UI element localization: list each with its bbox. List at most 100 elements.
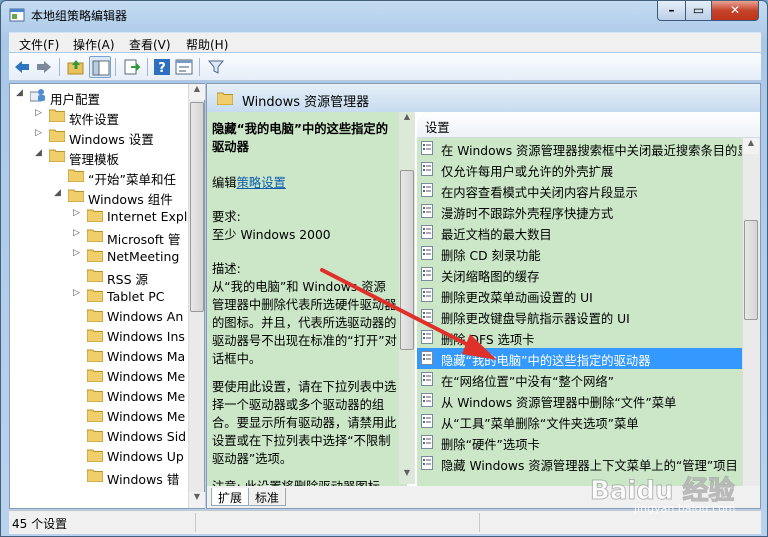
scroll-down-arrow-icon[interactable]: ▼ <box>189 492 205 508</box>
tree-item[interactable]: Windows Ma <box>10 346 188 366</box>
properties-button[interactable] <box>173 56 195 78</box>
menu-file[interactable]: 文件(F) <box>19 36 59 53</box>
filter-button[interactable] <box>205 56 227 78</box>
folder-icon <box>87 449 103 462</box>
tree-item-label: Windows Me <box>107 409 186 424</box>
show-hide-tree-button[interactable] <box>89 56 111 78</box>
tree-scrollbar[interactable]: ▲ ▼ <box>188 84 205 508</box>
settings-row-label: 关闭缩略图的缓存 <box>441 270 540 284</box>
scroll-down-arrow-icon[interactable]: ▼ <box>399 468 415 484</box>
tree-item[interactable]: “开始”菜单和任 <box>10 166 188 187</box>
tree-item[interactable]: Windows An <box>10 306 188 326</box>
tree-item[interactable]: Windows Me <box>10 366 188 386</box>
folder-icon <box>87 269 103 282</box>
collapsed-arrow-icon[interactable]: ▷ <box>73 248 85 258</box>
tree-item[interactable]: ▷ Microsoft 管 <box>10 226 188 247</box>
settings-row[interactable]: 删除“硬件”选项卡 <box>417 432 747 453</box>
scroll-up-arrow-icon[interactable]: ▲ <box>189 84 205 100</box>
details-title: Windows 资源管理器 <box>242 95 370 110</box>
tree-item[interactable]: ▷ Windows 设置 <box>10 126 188 147</box>
settings-row-label: 在内容查看模式中关闭内容片段显示 <box>441 186 638 200</box>
policy-setting-icon <box>421 393 433 407</box>
settings-row[interactable]: 从“工具”菜单删除“文件夹选项”菜单 <box>417 411 747 432</box>
policy-setting-icon <box>421 414 433 428</box>
window: 本地组策略编辑器 – ▭ ✕ 文件(F) 操作(A) 查看(V) 帮助(H) ? <box>0 0 768 537</box>
tree-item[interactable]: ◢ 管理模板 <box>10 146 188 167</box>
settings-row[interactable]: 删除 DFS 选项卡 <box>417 327 747 348</box>
settings-row-label: 漫游时不跟踪外壳程序快捷方式 <box>441 207 614 221</box>
close-button[interactable]: ✕ <box>711 1 759 21</box>
settings-row[interactable]: 在“网络位置”中没有“整个网络” <box>417 369 747 390</box>
tree-item[interactable]: ◢ 用户配置 <box>10 86 188 107</box>
collapsed-arrow-icon[interactable]: ▷ <box>35 128 47 138</box>
settings-row[interactable]: 仅允许每用户或允许的外壳扩展 <box>417 159 747 180</box>
description-label: 描述: <box>212 262 241 276</box>
status-separator <box>479 513 480 532</box>
tab-extended[interactable]: 扩展 <box>211 488 250 506</box>
scroll-up-arrow-icon[interactable]: ▲ <box>399 112 415 128</box>
settings-row[interactable]: 漫游时不跟踪外壳程序快捷方式 <box>417 201 747 222</box>
folder-icon <box>87 229 103 242</box>
settings-row[interactable]: 删除 CD 刻录功能 <box>417 243 747 264</box>
settings-row-label: 删除 DFS 选项卡 <box>441 333 535 347</box>
tree-item[interactable]: Windows Up <box>10 446 188 466</box>
scroll-up-arrow-icon[interactable]: ▲ <box>743 138 759 154</box>
settings-row[interactable]: 删除更改键盘导航指示器设置的 UI <box>417 306 747 327</box>
tree-item[interactable]: Windows 错 <box>10 466 188 487</box>
settings-row[interactable]: 删除更改菜单动画设置的 UI <box>417 285 747 306</box>
collapsed-arrow-icon[interactable]: ▷ <box>35 108 47 118</box>
export-list-button[interactable] <box>121 56 143 78</box>
tree-item[interactable]: ▷ NetMeeting <box>10 246 188 266</box>
tree-item[interactable]: ▷ Tablet PC <box>10 286 188 306</box>
expanded-arrow-icon[interactable]: ◢ <box>16 88 28 98</box>
tree-item[interactable]: ◢ Windows 组件 <box>10 186 188 207</box>
description-scrollbar[interactable]: ▲ ▼ <box>399 112 415 484</box>
expanded-arrow-icon[interactable]: ◢ <box>54 188 66 198</box>
folder-icon <box>68 169 84 182</box>
settings-row[interactable]: 关闭缩略图的缓存 <box>417 264 747 285</box>
collapsed-arrow-icon[interactable]: ▷ <box>73 288 85 298</box>
tree-item[interactable]: Windows Ins <box>10 326 188 346</box>
toolbar-separator <box>59 58 60 76</box>
tree-item[interactable]: RSS 源 <box>10 266 188 287</box>
back-button[interactable] <box>11 56 33 78</box>
collapsed-arrow-icon[interactable]: ▷ <box>73 208 85 218</box>
minimize-button[interactable]: – <box>657 1 686 21</box>
maximize-button[interactable]: ▭ <box>685 1 712 21</box>
collapsed-arrow-icon[interactable]: ▷ <box>73 228 85 238</box>
help-button[interactable]: ? <box>151 56 173 78</box>
baidu-watermark: Baidu 经验 jingyan.baidu.com <box>589 470 760 530</box>
description-scroll-thumb[interactable] <box>400 170 414 350</box>
policy-setting-icon <box>421 183 433 197</box>
tree-item[interactable]: Windows Me <box>10 386 188 406</box>
settings-row[interactable]: 隐藏“我的电脑”中的这些指定的驱动器 <box>417 348 747 369</box>
tree-item-label: Windows Ma <box>107 349 186 364</box>
tree-item[interactable]: ▷ Internet Expl <box>10 206 188 226</box>
folder-icon <box>87 469 103 482</box>
column-header-setting[interactable]: 设置 <box>417 112 760 138</box>
settings-row[interactable]: 从 Windows 资源管理器中删除“文件”菜单 <box>417 390 747 411</box>
tree-scroll-thumb[interactable] <box>190 102 204 312</box>
list-scrollbar[interactable]: ▲ <box>742 138 760 486</box>
menu-view[interactable]: 查看(V) <box>129 36 171 53</box>
menu-help[interactable]: 帮助(H) <box>186 36 228 53</box>
forward-button[interactable] <box>33 56 55 78</box>
settings-row[interactable]: 在 Windows 资源管理器搜索框中关闭最近搜索条目的显示 <box>417 138 747 159</box>
edit-policy-link[interactable]: 策略设置 <box>237 176 286 190</box>
settings-row-label: 在 Windows 资源管理器搜索框中关闭最近搜索条目的显示 <box>441 144 747 158</box>
tree-item[interactable]: ▷ 软件设置 <box>10 106 188 127</box>
policy-setting-icon <box>421 309 433 323</box>
tree-item[interactable]: Windows Me <box>10 406 188 426</box>
menu-action[interactable]: 操作(A) <box>73 36 115 53</box>
tree-pane: ◢ 用户配置 ▷ 软件设置 ▷ Windows 设置 ◢ 管理模板 “开始”菜单和任 ◢ Windo… <box>9 83 205 509</box>
up-folder-button[interactable] <box>65 56 87 78</box>
list-scroll-thumb[interactable] <box>744 220 758 320</box>
details-header: Windows 资源管理器 <box>207 84 760 112</box>
settings-row[interactable]: 最近文档的最大数目 <box>417 222 747 243</box>
settings-row[interactable]: 在内容查看模式中关闭内容片段显示 <box>417 180 747 201</box>
expanded-arrow-icon[interactable]: ◢ <box>35 148 47 158</box>
tree-item[interactable]: Windows Sid <box>10 426 188 446</box>
toolbar-separator <box>199 58 200 76</box>
tab-standard[interactable]: 标准 <box>248 488 287 506</box>
folder-icon <box>49 109 65 122</box>
